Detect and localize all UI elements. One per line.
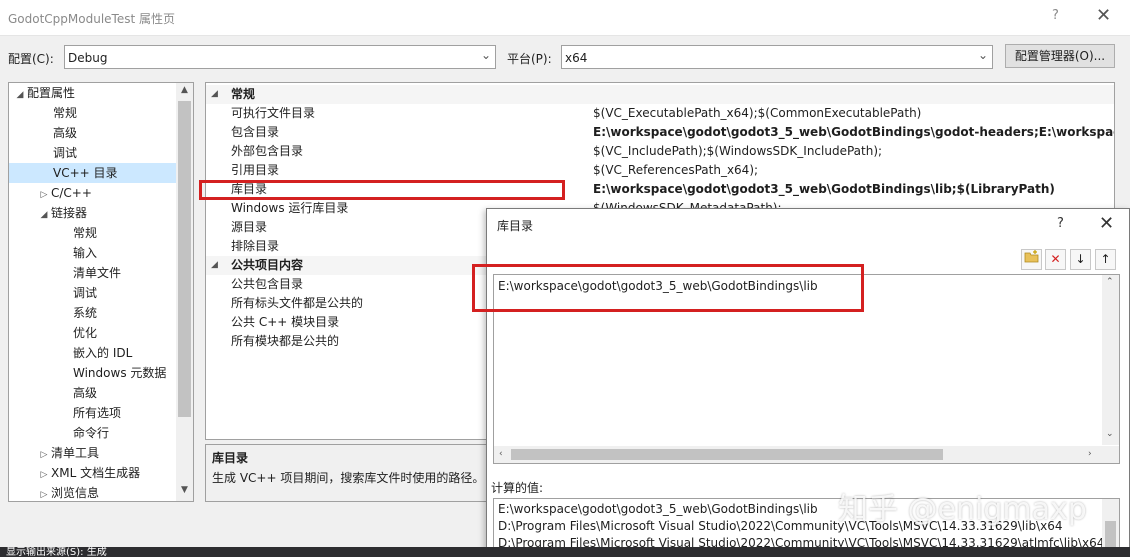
- computed-line: E:\workspace\godot\godot3_5_web\GodotBin…: [498, 502, 818, 516]
- help-icon[interactable]: ?: [1057, 216, 1064, 231]
- scroll-down-icon[interactable]: ▼: [176, 485, 193, 495]
- tree-item[interactable]: 常规: [73, 223, 97, 243]
- tree-item[interactable]: 命令行: [73, 423, 109, 443]
- tree-item[interactable]: 优化: [73, 323, 97, 343]
- dialog-title: 库目录: [497, 219, 534, 233]
- scroll-up-icon[interactable]: ▲: [176, 85, 193, 95]
- expand-icon[interactable]: ▷: [37, 185, 51, 205]
- description-text: 生成 VC++ 项目期间，搜索库文件时使用的路径。: [212, 471, 485, 485]
- tree-item[interactable]: ▷ 清单工具: [37, 443, 99, 463]
- category-general[interactable]: ◢ 常规: [206, 85, 1114, 104]
- status-bar: 显示输出来源(S): 生成: [0, 547, 1130, 557]
- move-up-icon[interactable]: ↑: [1095, 249, 1116, 270]
- expand-icon[interactable]: ▷: [37, 465, 51, 485]
- tree-item[interactable]: ▷ C/C++: [37, 183, 92, 203]
- platform-value: x64: [565, 51, 588, 65]
- expand-icon[interactable]: ▷: [37, 445, 51, 465]
- property-row[interactable]: 引用目录 $(VC_ReferencesPath_x64);: [206, 161, 1114, 180]
- property-row[interactable]: 包含目录 E:\workspace\godot\godot3_5_web\Godo…: [206, 123, 1114, 142]
- tree-item[interactable]: 嵌入的 IDL: [73, 343, 132, 363]
- expand-icon[interactable]: ◢: [13, 85, 27, 105]
- scroll-left-icon[interactable]: ‹: [499, 449, 503, 459]
- configuration-manager-button[interactable]: 配置管理器(O)...: [1005, 44, 1115, 68]
- tree-item[interactable]: 输入: [73, 243, 97, 263]
- title-bar: GodotCppModuleTest 属性页 ? ✕: [0, 0, 1130, 36]
- config-bar: 配置(C): Debug ⌄ 平台(P): x64 ⌄ 配置管理器(O)...: [0, 38, 1130, 76]
- tree-item[interactable]: 调试: [73, 283, 97, 303]
- collapse-icon[interactable]: ◢: [37, 205, 51, 225]
- tree-item[interactable]: ▷ 浏览信息: [37, 483, 99, 501]
- collapse-icon[interactable]: ◢: [211, 256, 218, 275]
- tree-scrollbar[interactable]: ▲ ▼: [176, 83, 193, 501]
- property-row[interactable]: 外部包含目录 $(VC_IncludePath);$(WindowsSDK_Inc…: [206, 142, 1114, 161]
- scroll-thumb[interactable]: [178, 101, 191, 417]
- platform-select[interactable]: x64 ⌄: [561, 45, 993, 69]
- tree-item[interactable]: ◢ 配置属性: [13, 83, 75, 103]
- tree-item[interactable]: 高级: [53, 123, 77, 143]
- tree-item[interactable]: 清单文件: [73, 263, 121, 283]
- close-icon[interactable]: ✕: [1099, 213, 1114, 234]
- config-label: 配置(C):: [8, 52, 54, 66]
- property-tree: ◢ 配置属性 常规 高级 调试 VC++ 目录 ▷ C/C++ ◢ 链接器 常规 输入…: [8, 82, 194, 502]
- tree-item[interactable]: 系统: [73, 303, 97, 323]
- window-title: GodotCppModuleTest 属性页: [8, 12, 175, 26]
- highlight-box: [472, 264, 864, 312]
- watermark: 知乎 @enigmaxp: [838, 492, 1087, 527]
- config-select[interactable]: Debug ⌄: [64, 45, 496, 69]
- scroll-down-icon[interactable]: ⌄: [1106, 429, 1114, 439]
- chevron-down-icon: ⌄: [480, 48, 491, 62]
- tree-item[interactable]: 高级: [73, 383, 97, 403]
- delete-icon[interactable]: ✕: [1045, 249, 1066, 270]
- help-icon[interactable]: ?: [1052, 8, 1059, 23]
- chevron-down-icon: ⌄: [977, 48, 988, 62]
- scroll-thumb[interactable]: [511, 449, 943, 460]
- config-value: Debug: [68, 51, 108, 65]
- computed-values-label: 计算的值:: [491, 481, 544, 495]
- tree-item[interactable]: ▷ XML 文档生成器: [37, 463, 141, 485]
- close-icon[interactable]: ✕: [1096, 5, 1111, 26]
- list-hscrollbar[interactable]: ‹ ›: [494, 446, 1119, 463]
- new-folder-icon[interactable]: [1021, 249, 1042, 270]
- property-row[interactable]: 可执行文件目录 $(VC_ExecutablePath_x64);$(Common…: [206, 104, 1114, 123]
- tree-item-vc-directories[interactable]: VC++ 目录: [9, 163, 177, 183]
- highlight-box: [199, 180, 565, 200]
- tree-item[interactable]: Windows 元数据: [73, 363, 166, 383]
- tree-item[interactable]: 调试: [53, 143, 77, 163]
- tree-item[interactable]: ◢ 链接器: [37, 203, 87, 223]
- scroll-right-icon[interactable]: ›: [1088, 449, 1092, 459]
- tree-item[interactable]: 常规: [53, 103, 77, 123]
- move-down-icon[interactable]: ↓: [1070, 249, 1091, 270]
- platform-label: 平台(P):: [507, 52, 552, 66]
- expand-icon[interactable]: ▷: [37, 485, 51, 501]
- description-title: 库目录: [212, 451, 249, 465]
- scroll-up-icon[interactable]: ⌃: [1106, 277, 1114, 287]
- tree-item[interactable]: 所有选项: [73, 403, 121, 423]
- collapse-icon[interactable]: ◢: [211, 85, 218, 104]
- list-vscrollbar[interactable]: ⌃ ⌄: [1102, 275, 1119, 445]
